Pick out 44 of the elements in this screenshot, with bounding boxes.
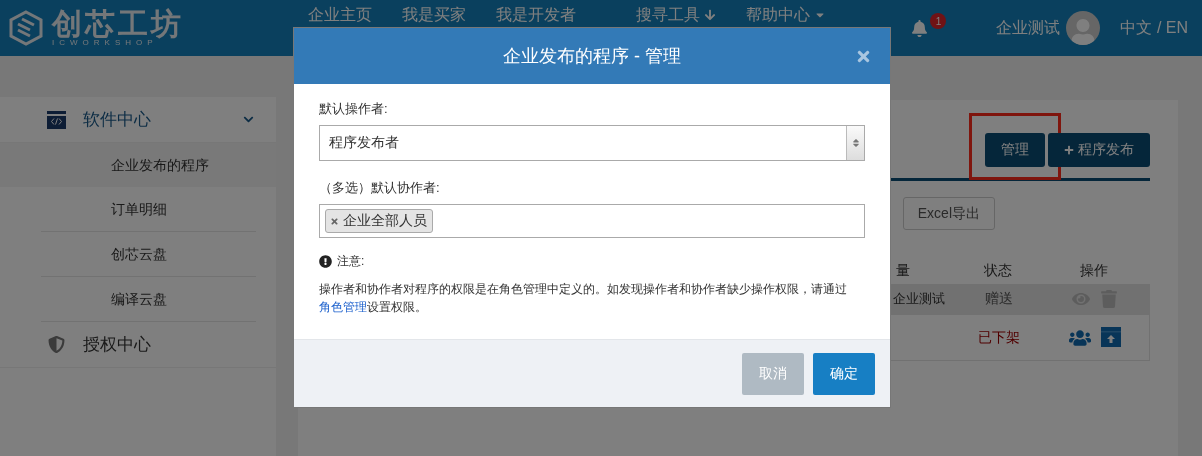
avatar-icon[interactable] [1066,11,1101,45]
logo-name: 创芯工坊 [52,9,184,39]
chevron-icon [243,114,254,125]
publish-button[interactable]: 程序发布 [1048,133,1150,167]
manage-button[interactable]: 管理 [985,133,1045,167]
export-button[interactable]: Excel导出 [902,197,995,230]
column-header: 量 [895,262,911,280]
warning-icon [319,255,332,268]
nav-link[interactable]: 我是开发者 [496,4,576,26]
collaborators-field[interactable]: 企业全部人员 [319,204,865,238]
dialog-title: 企业发布的程序 - 管理 [503,45,681,68]
collaborator-tag[interactable]: 企业全部人员 [325,209,433,233]
close-icon[interactable] [855,48,872,65]
status-text: 已下架 [977,328,1021,347]
logo-icon [8,10,44,46]
user-name[interactable]: 企业测试 [996,17,1061,39]
nav-link[interactable]: 搜寻工具 [636,4,716,26]
plus-icon [1064,145,1074,155]
bell-icon[interactable] [911,19,929,37]
sidebar-section[interactable]: 授权中心 [0,322,276,368]
status-text: 赠送 [984,290,1014,308]
shield-icon [46,334,66,355]
note-text: 操作者和协作者对程序的权限是在角色管理中定义的。如发现操作者和协作者缺少操作权限，请通过 角色管理设置权限。 [319,282,848,315]
notification-badge: 1 [930,13,947,29]
role-management-link[interactable]: 角色管理 [319,301,367,313]
sidebar-item[interactable]: 企业发布的程序 [0,143,276,187]
nav-link[interactable]: 企业主页 [308,4,372,26]
column-header: 操作 [1079,262,1109,280]
upload-box-icon[interactable] [1101,326,1121,349]
confirm-button[interactable]: 确定 [813,352,875,395]
nav-link[interactable]: 我是买家 [402,4,466,26]
remove-icon[interactable] [330,216,339,226]
field-label: 默认操作者: [319,100,389,118]
operator-select[interactable]: 程序发布者 [319,125,865,161]
note-title: 注意: [337,253,365,270]
code-icon [46,109,66,130]
language-link[interactable]: 中文 / EN [1120,17,1188,39]
nav-link[interactable]: 帮助中心 [746,4,826,26]
sort-icon [850,138,861,148]
table-cell-text: 企业测试 [892,290,946,308]
field-label: （多选）默认协作者: [319,179,441,197]
logo-subtitle: ICWORKSHOP [52,39,158,47]
column-header: 状态 [983,262,1013,280]
download-icon [704,9,716,21]
